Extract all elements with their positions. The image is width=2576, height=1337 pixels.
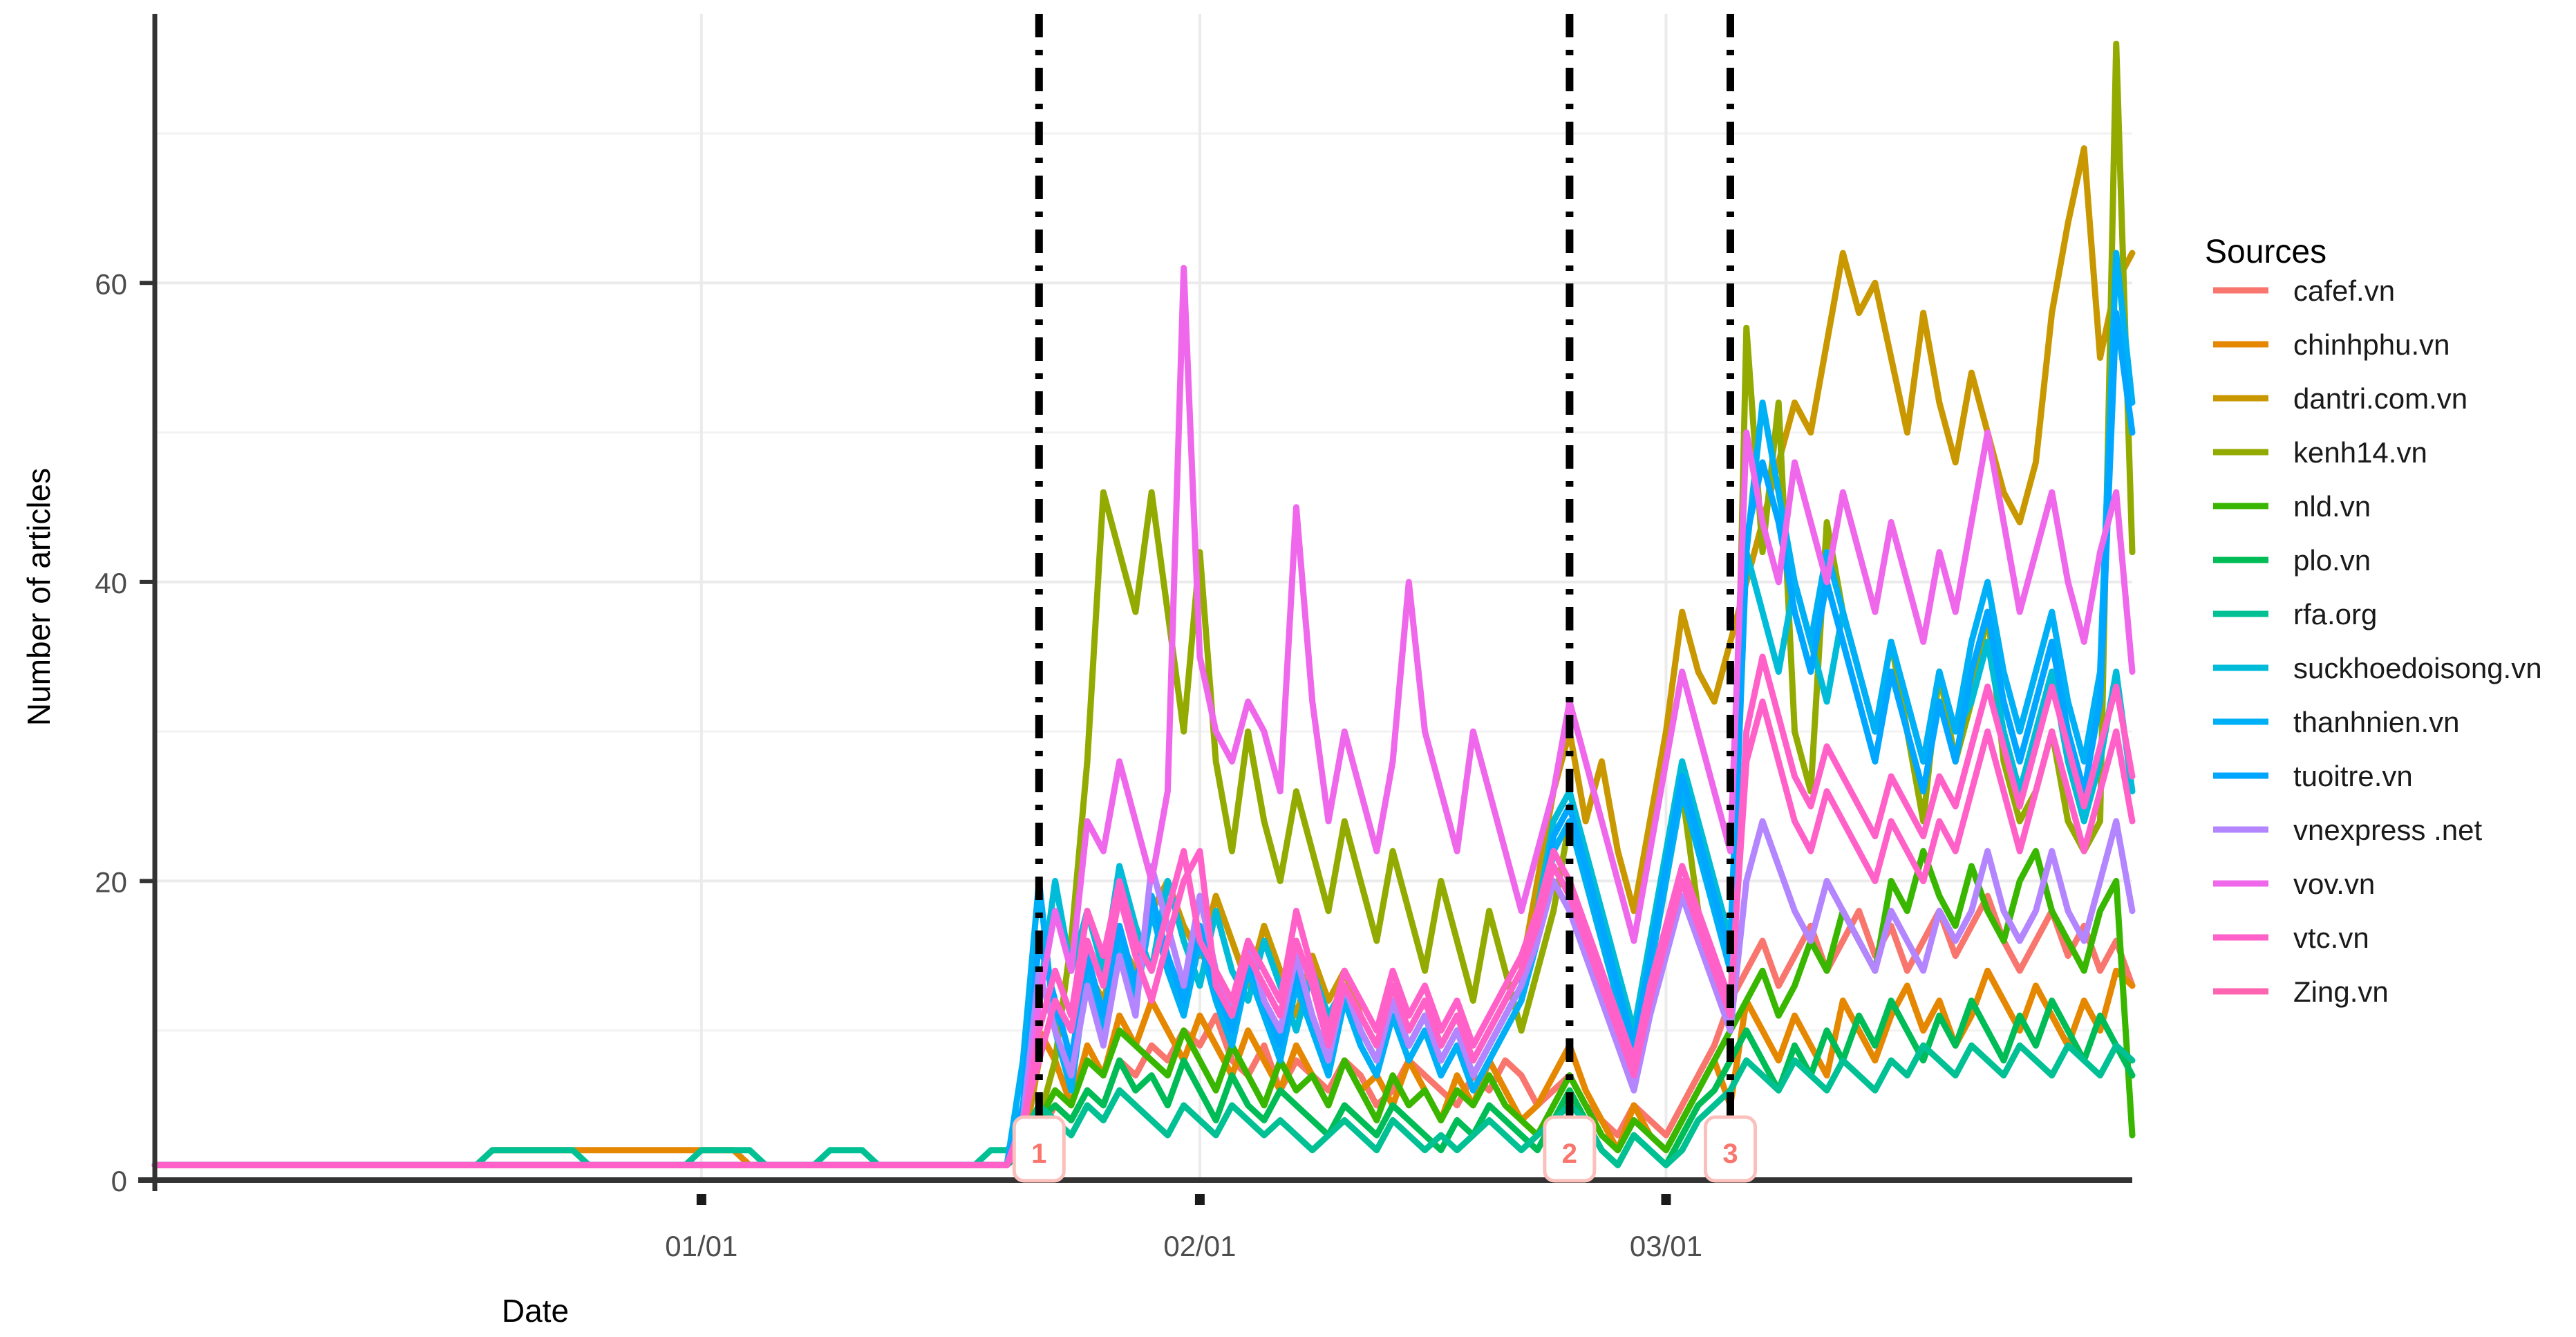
legend-item-label: Zing.vn	[2293, 975, 2389, 1008]
y-axis-title: Number of articles	[21, 468, 57, 726]
legend-item-label: kenh14.vn	[2293, 436, 2427, 469]
x-tick-label: 02/01	[1163, 1230, 1236, 1262]
x-tick-label: 01/01	[665, 1230, 737, 1262]
line-chart: 0 20 40 60 01/01 02/01 03/01 1 2 3 Number of ar…	[0, 0, 2576, 1337]
y-tick-label: 20	[95, 866, 127, 898]
x-tick-mark	[696, 1194, 706, 1205]
y-tick-label: 40	[95, 567, 127, 599]
event-marker-label: 2	[1562, 1139, 1577, 1169]
event-marker-label: 3	[1722, 1139, 1738, 1169]
legend-item-label: cafef.vn	[2293, 274, 2395, 307]
x-tick-mark	[1194, 1194, 1205, 1205]
y-tick-label: 60	[95, 268, 127, 300]
x-tick-mark	[1661, 1194, 1671, 1205]
legend-title: Sources	[2205, 234, 2326, 270]
legend-item-label: chinhphu.vn	[2293, 328, 2450, 361]
legend-item-label: vtc.vn	[2293, 922, 2369, 954]
event-marker-label: 1	[1031, 1139, 1046, 1169]
legend-item-label: vnexpress .net	[2293, 814, 2482, 846]
legend-item-label: dantri.com.vn	[2293, 382, 2467, 415]
legend-item-label: thanhnien.vn	[2293, 706, 2460, 738]
legend-item-label: tuoitre.vn	[2293, 760, 2413, 792]
legend-item-label: rfa.org	[2293, 598, 2377, 630]
legend-item-label: plo.vn	[2293, 544, 2371, 577]
legend-item-label: suckhoedoisong.vn	[2293, 652, 2542, 684]
legend-item-label: vov.vn	[2293, 868, 2375, 900]
chart-page: 0 20 40 60 01/01 02/01 03/01 1 2 3 Number of ar…	[0, 0, 2576, 1337]
x-tick-label: 03/01	[1630, 1230, 1702, 1262]
legend-item-label: nld.vn	[2293, 490, 2371, 523]
x-axis-title: Date	[502, 1293, 569, 1329]
y-tick-label: 0	[111, 1165, 127, 1197]
